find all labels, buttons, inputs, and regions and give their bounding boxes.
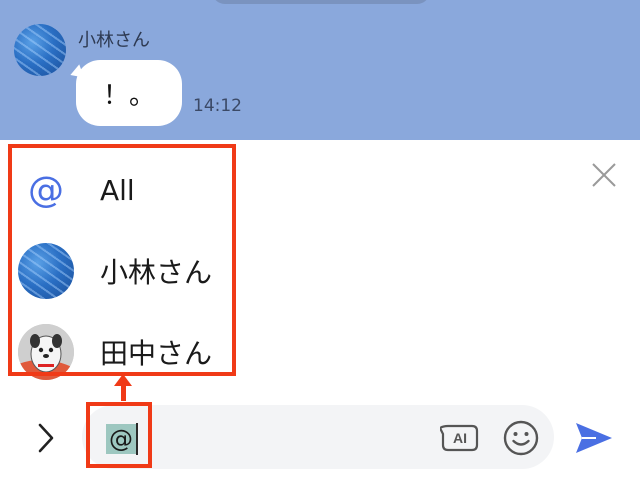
emoji-icon xyxy=(503,420,539,456)
emoji-button[interactable] xyxy=(502,419,540,457)
ai-button[interactable]: AI xyxy=(438,420,480,456)
close-icon xyxy=(592,163,616,187)
svg-text:AI: AI xyxy=(453,430,467,446)
close-button[interactable] xyxy=(590,161,618,189)
mention-list-highlight xyxy=(8,144,236,376)
typed-mention-highlight xyxy=(86,402,152,468)
message-input[interactable] xyxy=(82,405,554,469)
message-text: ！。 xyxy=(102,80,155,111)
send-button[interactable] xyxy=(574,420,614,456)
annotation-arrow-head xyxy=(114,374,132,386)
date-separator-pill xyxy=(212,0,430,4)
message-time: 14:12 xyxy=(193,96,242,116)
ai-icon: AI xyxy=(438,424,479,452)
chat-area: 小林さん ！。 14:12 xyxy=(0,0,640,140)
send-icon xyxy=(576,423,612,453)
sender-name: 小林さん xyxy=(78,30,150,51)
expand-button[interactable] xyxy=(34,421,58,455)
message-bubble[interactable]: ！。 xyxy=(76,60,182,126)
chevron-right-icon xyxy=(38,423,54,453)
sender-avatar[interactable] xyxy=(14,24,66,76)
